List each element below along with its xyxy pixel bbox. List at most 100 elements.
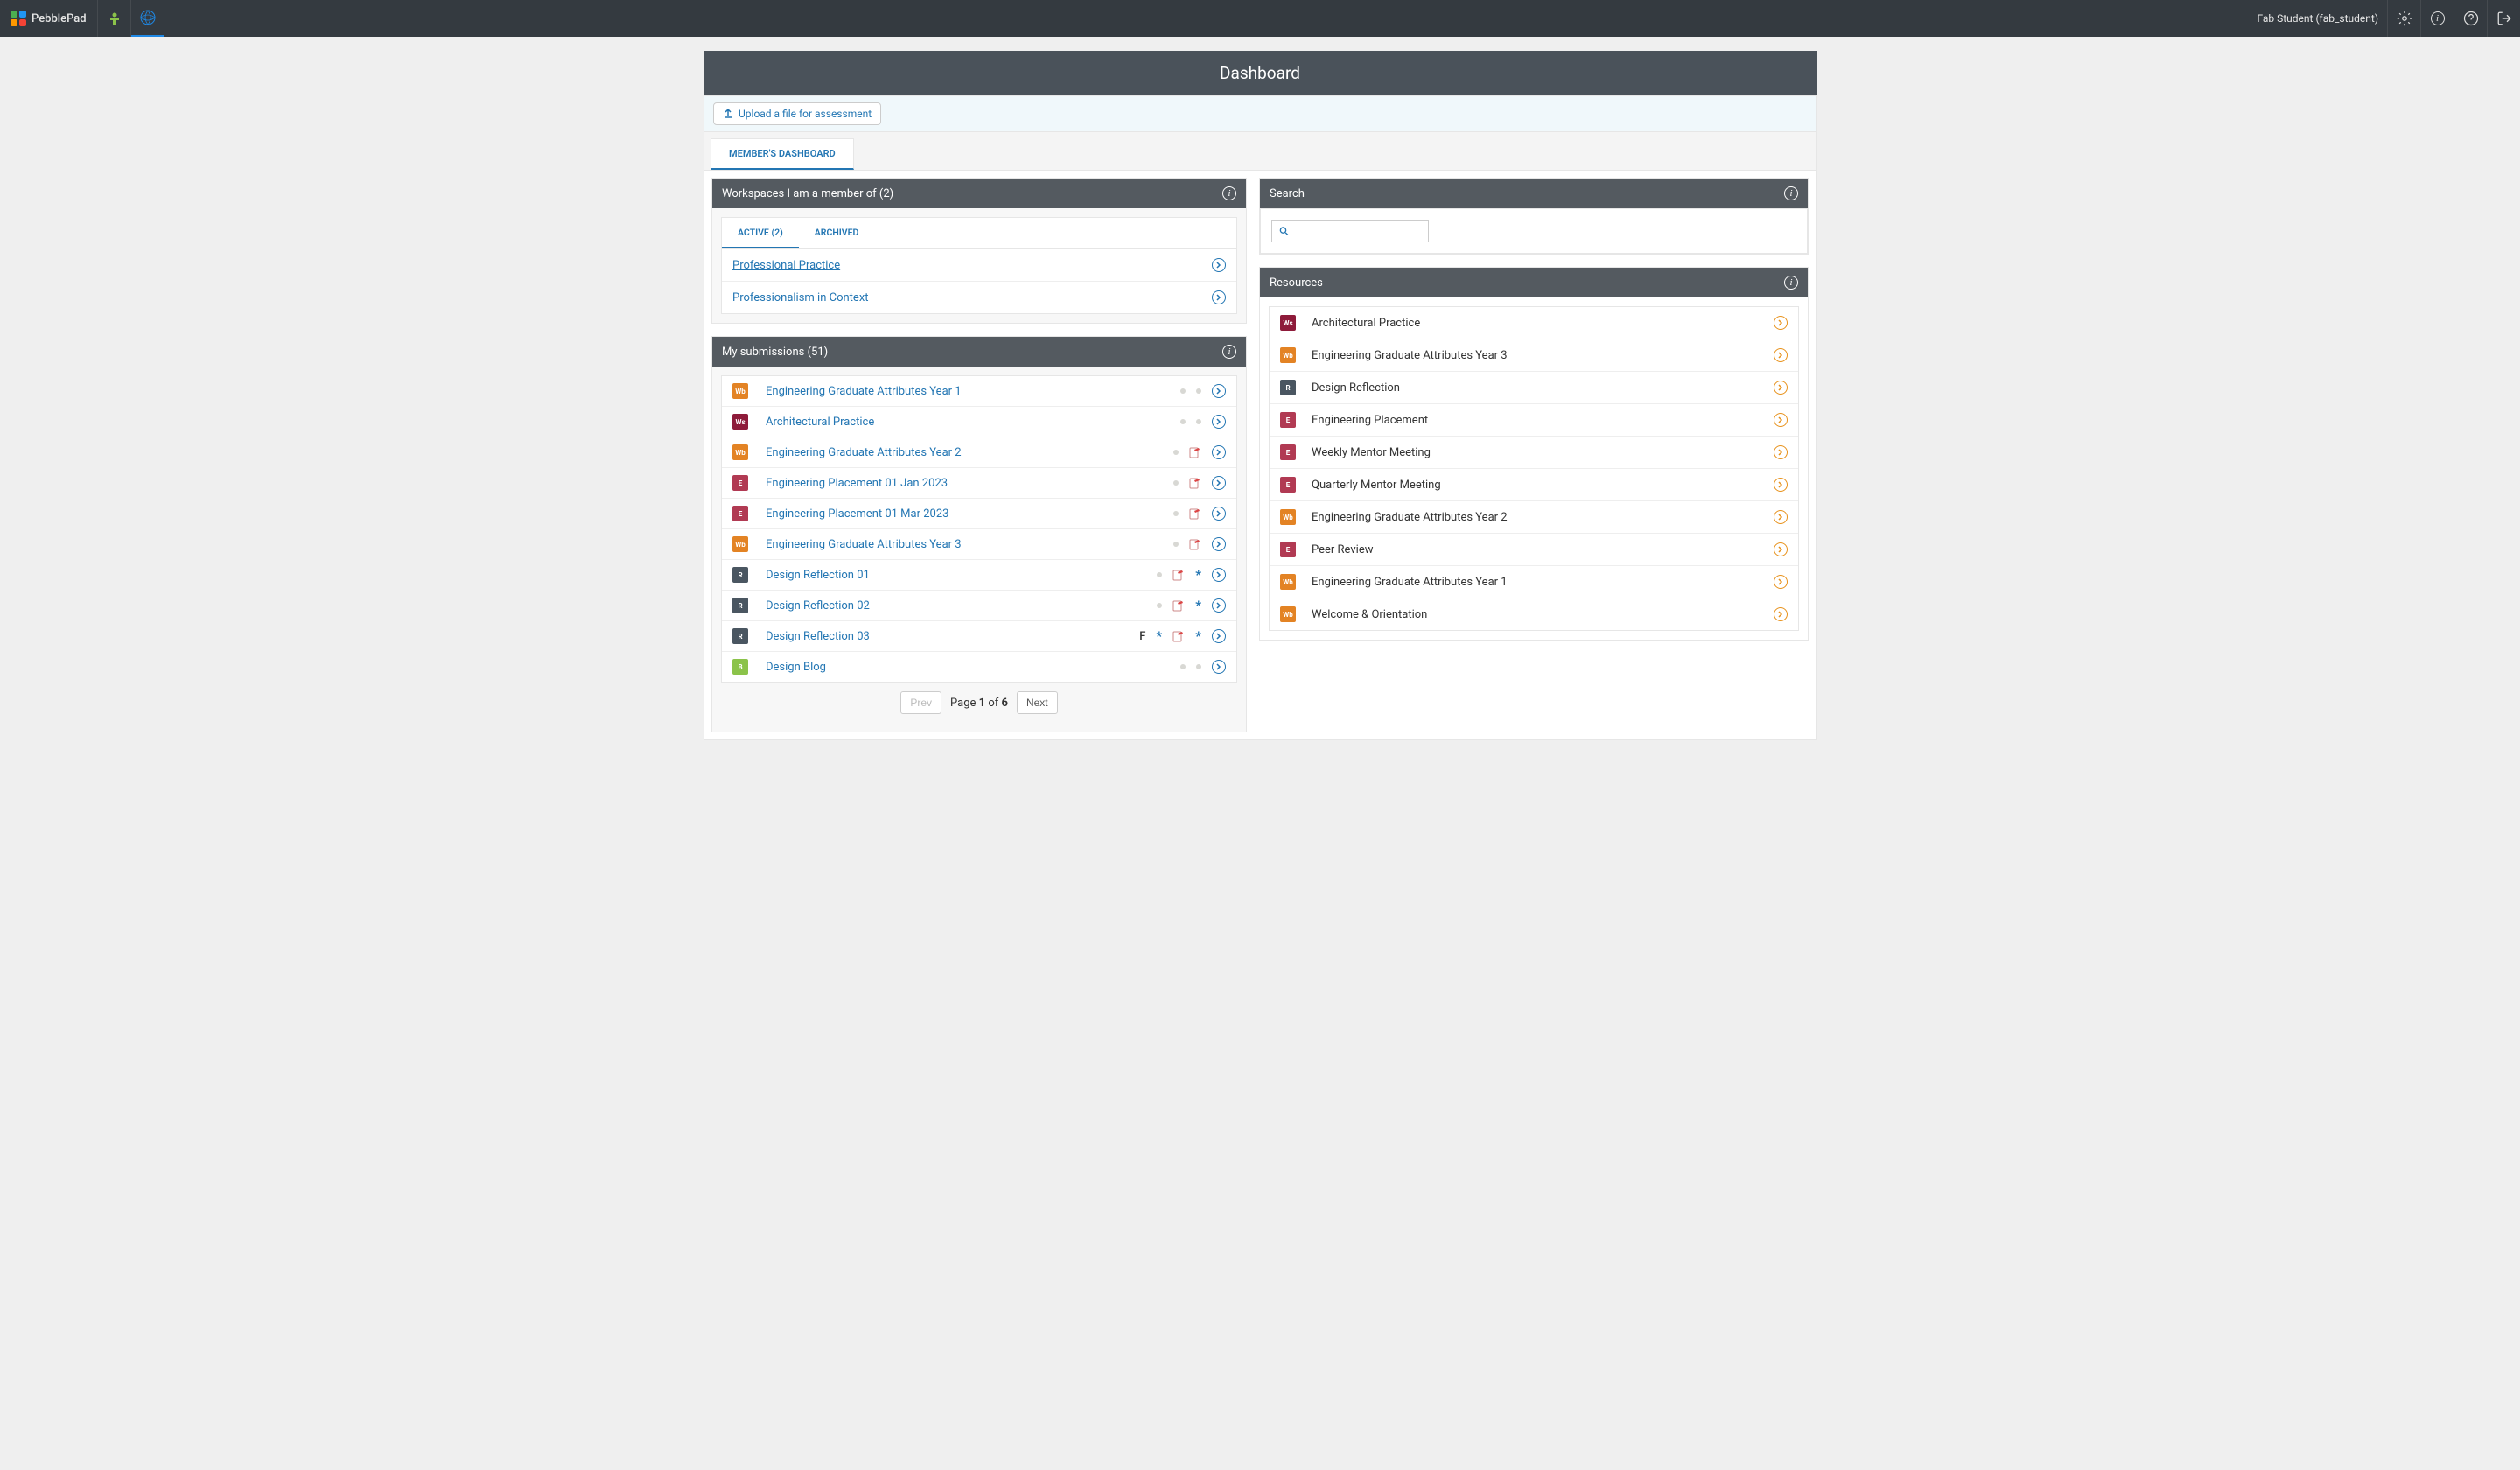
pager-next[interactable]: Next (1017, 691, 1058, 714)
submissions-header: My submissions (51) i (712, 337, 1246, 367)
type-badge: Wb (732, 383, 748, 399)
submission-title[interactable]: Architectural Practice (766, 416, 1121, 429)
submission-row[interactable]: R Design Reflection 03 F** (722, 621, 1236, 652)
submission-row[interactable]: Wb Engineering Graduate Attributes Year … (722, 438, 1236, 468)
resource-row[interactable]: Wb Engineering Graduate Attributes Year … (1270, 566, 1798, 598)
submission-row[interactable]: E Engineering Placement 01 Mar 2023 (722, 499, 1236, 529)
workspace-item[interactable]: Professionalism in Context (722, 282, 1236, 313)
arrow-icon[interactable] (1774, 381, 1788, 395)
submission-row[interactable]: Wb Engineering Graduate Attributes Year … (722, 376, 1236, 407)
resource-row[interactable]: Wb Engineering Graduate Attributes Year … (1270, 501, 1798, 534)
submission-title[interactable]: Design Blog (766, 661, 1121, 674)
submission-title[interactable]: Engineering Placement 01 Mar 2023 (766, 508, 1121, 521)
resource-row[interactable]: E Weekly Mentor Meeting (1270, 437, 1798, 469)
tab-members-dashboard[interactable]: MEMBER'S DASHBOARD (710, 138, 854, 170)
type-badge: Wb (1280, 606, 1296, 622)
type-badge: E (1280, 542, 1296, 557)
resource-row[interactable]: Wb Engineering Graduate Attributes Year … (1270, 340, 1798, 372)
info-icon[interactable]: i (1222, 345, 1236, 359)
info-icon[interactable]: i (2420, 0, 2454, 37)
upload-icon (723, 108, 733, 119)
nav-atlas-icon[interactable] (131, 0, 164, 37)
search-header: Search i (1260, 178, 1808, 208)
page-title: Dashboard (704, 51, 1816, 95)
submission-title[interactable]: Engineering Placement 01 Jan 2023 (766, 477, 1121, 490)
workspace-link[interactable]: Professionalism in Context (732, 291, 869, 304)
status-dot (1196, 664, 1201, 669)
resource-row[interactable]: Wb Welcome & Orientation (1270, 598, 1798, 630)
arrow-icon[interactable] (1774, 575, 1788, 589)
submission-row[interactable]: Ws Architectural Practice (722, 407, 1236, 438)
arrow-icon[interactable] (1774, 348, 1788, 362)
arrow-icon[interactable] (1212, 537, 1226, 551)
arrow-icon[interactable] (1212, 384, 1226, 398)
submission-title[interactable]: Design Reflection 02 (766, 599, 1121, 612)
arrow-icon[interactable] (1212, 476, 1226, 490)
info-icon[interactable]: i (1784, 276, 1798, 290)
info-icon[interactable]: i (1222, 186, 1236, 200)
submission-title[interactable]: Engineering Graduate Attributes Year 3 (766, 538, 1121, 551)
upload-bar: Upload a file for assessment (704, 95, 1816, 132)
logo[interactable]: PebblePad (0, 0, 98, 37)
submission-row[interactable]: Wb Engineering Graduate Attributes Year … (722, 529, 1236, 560)
info-icon[interactable]: i (1784, 186, 1798, 200)
workspace-list: Professional Practice Professionalism in … (721, 248, 1237, 314)
submission-title[interactable]: Design Reflection 03 (766, 630, 1121, 643)
asterisk-icon: * (1156, 632, 1162, 640)
logout-icon[interactable] (2487, 0, 2520, 37)
resource-title: Design Reflection (1312, 382, 1774, 395)
workspace-item[interactable]: Professional Practice (722, 249, 1236, 282)
arrow-icon[interactable] (1774, 607, 1788, 621)
column-right: Search i Resources i Ws Architectural Pr… (1259, 178, 1809, 640)
arrow-icon[interactable] (1774, 445, 1788, 459)
submission-title[interactable]: Engineering Graduate Attributes Year 2 (766, 446, 1121, 459)
resource-row[interactable]: E Peer Review (1270, 534, 1798, 566)
resource-title: Engineering Graduate Attributes Year 2 (1312, 511, 1774, 524)
type-badge: B (732, 659, 748, 675)
settings-icon[interactable] (2387, 0, 2420, 37)
type-badge: R (1280, 380, 1296, 396)
arrow-icon[interactable] (1774, 542, 1788, 556)
content-area: Workspaces I am a member of (2) i ACTIVE… (704, 171, 1816, 740)
resource-row[interactable]: E Quarterly Mentor Meeting (1270, 469, 1798, 501)
search-input[interactable] (1294, 225, 1421, 237)
arrow-icon[interactable] (1212, 629, 1226, 643)
submission-row[interactable]: R Design Reflection 01 * (722, 560, 1236, 591)
resource-title: Architectural Practice (1312, 317, 1774, 330)
arrow-icon[interactable] (1212, 598, 1226, 612)
resource-row[interactable]: Ws Architectural Practice (1270, 307, 1798, 340)
search-box[interactable] (1271, 220, 1429, 242)
help-icon[interactable] (2454, 0, 2487, 37)
arrow-icon[interactable] (1212, 660, 1226, 674)
submission-title[interactable]: Design Reflection 01 (766, 569, 1121, 582)
resource-row[interactable]: R Design Reflection (1270, 372, 1798, 404)
submission-actions: * (1121, 598, 1226, 612)
workspace-link[interactable]: Professional Practice (732, 259, 840, 272)
arrow-icon[interactable] (1774, 510, 1788, 524)
submissions-body: Wb Engineering Graduate Attributes Year … (712, 367, 1246, 732)
subtab-archived[interactable]: ARCHIVED (799, 218, 875, 248)
resource-row[interactable]: E Engineering Placement (1270, 404, 1798, 437)
arrow-icon[interactable] (1212, 290, 1226, 304)
pager-prev[interactable]: Prev (900, 691, 942, 714)
feedback-icon (1172, 569, 1185, 581)
submission-title[interactable]: Engineering Graduate Attributes Year 1 (766, 385, 1121, 398)
subtab-active[interactable]: ACTIVE (2) (722, 218, 799, 248)
arrow-icon[interactable] (1212, 507, 1226, 521)
workspaces-header: Workspaces I am a member of (2) i (712, 178, 1246, 208)
submission-row[interactable]: E Engineering Placement 01 Jan 2023 (722, 468, 1236, 499)
arrow-icon[interactable] (1774, 478, 1788, 492)
submission-row[interactable]: R Design Reflection 02 * (722, 591, 1236, 621)
submission-row[interactable]: B Design Blog (722, 652, 1236, 682)
nav-pebble-icon[interactable] (98, 0, 131, 37)
status-dot (1157, 603, 1162, 608)
submission-actions (1121, 537, 1226, 551)
upload-button[interactable]: Upload a file for assessment (713, 102, 881, 125)
arrow-icon[interactable] (1212, 415, 1226, 429)
arrow-icon[interactable] (1212, 258, 1226, 272)
arrow-icon[interactable] (1774, 316, 1788, 330)
arrow-icon[interactable] (1212, 445, 1226, 459)
feedback-icon (1189, 538, 1201, 550)
arrow-icon[interactable] (1212, 568, 1226, 582)
arrow-icon[interactable] (1774, 413, 1788, 427)
